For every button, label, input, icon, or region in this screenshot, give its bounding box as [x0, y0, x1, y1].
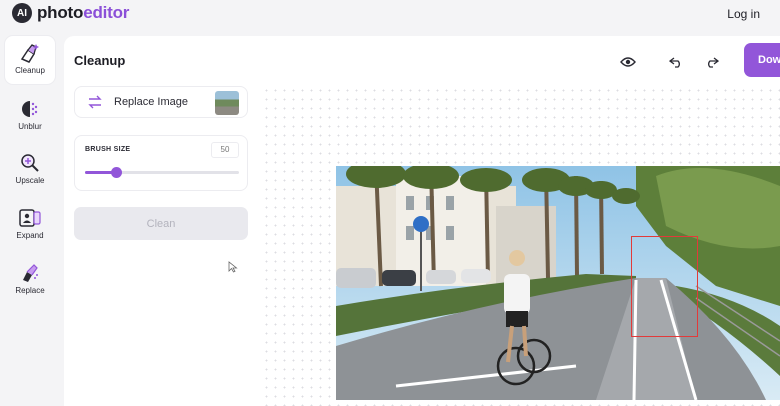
- mouse-cursor-icon: [228, 261, 238, 273]
- unblur-icon: [22, 101, 38, 117]
- replace-image-button[interactable]: Replace Image: [74, 86, 248, 118]
- undo-button[interactable]: [665, 52, 687, 72]
- undo-icon: [669, 57, 680, 68]
- login-link[interactable]: Log in: [727, 7, 760, 21]
- logo-text-accent: editor: [83, 3, 130, 22]
- street-photo: [336, 166, 780, 400]
- tool-cleanup-label: Cleanup: [15, 66, 45, 75]
- selection-box[interactable]: [631, 236, 698, 337]
- download-button[interactable]: Dow: [744, 43, 780, 77]
- replace-image-label: Replace Image: [114, 96, 188, 108]
- tool-expand-label: Expand: [16, 231, 44, 240]
- tool-replace-label: Replace: [15, 286, 45, 295]
- tool-upscale[interactable]: Upscale: [5, 146, 55, 194]
- cleanup-brush-icon: [20, 44, 39, 63]
- tool-unblur[interactable]: Unblur: [5, 92, 55, 140]
- tool-expand[interactable]: Expand: [5, 201, 55, 249]
- eye-icon: [620, 57, 636, 67]
- redo-button[interactable]: [701, 52, 723, 72]
- preview-button[interactable]: [617, 52, 639, 72]
- logo[interactable]: AI photoeditor: [12, 3, 129, 23]
- page-title: Cleanup: [74, 53, 126, 68]
- brush-size-label: BRUSH SIZE: [85, 146, 131, 153]
- clean-button[interactable]: Clean: [74, 207, 248, 240]
- slider-thumb[interactable]: [110, 167, 122, 178]
- tool-rail: Cleanup Unblur Upscale Expand Replace: [0, 28, 60, 406]
- tool-unblur-label: Unblur: [18, 122, 42, 131]
- logo-text-main: photo: [37, 3, 84, 22]
- tool-replace[interactable]: Replace: [5, 256, 55, 304]
- top-bar: AI photoeditor Log in: [0, 0, 780, 28]
- image-thumbnail: [215, 91, 239, 115]
- logo-text: photoeditor: [37, 3, 129, 23]
- tool-upscale-label: Upscale: [15, 176, 45, 185]
- redo-icon: [708, 57, 719, 68]
- brush-size-value[interactable]: 50: [211, 142, 239, 158]
- logo-badge: AI: [12, 3, 32, 23]
- tool-cleanup[interactable]: Cleanup: [5, 36, 55, 84]
- upscale-magnifier-icon: [21, 154, 39, 172]
- photo-canvas[interactable]: [336, 166, 780, 400]
- expand-icon: [19, 209, 41, 227]
- brush-size-slider[interactable]: [85, 167, 239, 178]
- swap-arrows-icon: [88, 95, 102, 109]
- replace-brush-icon: [23, 264, 38, 282]
- brush-size-card: BRUSH SIZE 50: [74, 135, 248, 191]
